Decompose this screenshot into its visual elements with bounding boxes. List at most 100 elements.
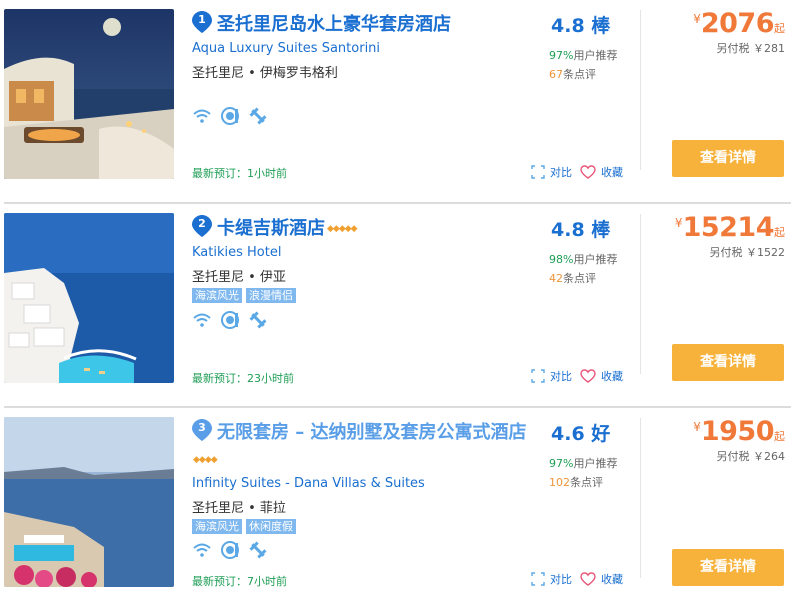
wifi-icon <box>192 310 212 330</box>
hotel-name-text[interactable]: 无限套房 – 达纳别墅及套房公寓式酒店 <box>217 422 527 443</box>
hotel-name-text[interactable]: 圣托里尼岛水上豪华套房酒店 <box>217 14 451 35</box>
recent-booking: 最新预订：1小时前 <box>192 167 287 180</box>
tax-note: 另付税 ￥281 <box>716 42 786 55</box>
price-amount: 15214 <box>682 212 775 243</box>
hotel-photo[interactable] <box>4 9 174 179</box>
rank-marker: 1 <box>192 11 212 33</box>
hotel-photo[interactable] <box>4 213 174 383</box>
column-divider <box>640 10 641 170</box>
review-label[interactable]: 条点评 <box>563 68 596 81</box>
recommend-label: 用户推荐 <box>573 253 618 266</box>
review-count[interactable]: 67 <box>549 68 563 81</box>
compare-icon[interactable] <box>531 572 545 586</box>
recommend-percent: 98% <box>549 253 574 266</box>
price-suffix: 起 <box>774 226 785 239</box>
view-details-button[interactable]: 查看详情 <box>672 549 784 586</box>
rank-number: 2 <box>198 217 206 230</box>
heart-icon[interactable] <box>580 165 596 179</box>
compare-toggle[interactable]: 对比 <box>531 164 572 180</box>
hotel-location: 圣托里尼 • 伊亚 <box>192 270 286 285</box>
recommend-label: 用户推荐 <box>573 49 618 62</box>
view-details-button[interactable]: 查看详情 <box>672 140 784 177</box>
recommend-percent: 97% <box>549 457 574 470</box>
pool-icon <box>220 540 240 560</box>
compare-icon[interactable] <box>531 369 545 383</box>
view-details-button[interactable]: 查看详情 <box>672 344 784 381</box>
hotel-name-text[interactable]: 卡缇吉斯酒店 <box>217 218 325 239</box>
review-count-link[interactable]: 42条点评 <box>549 270 596 286</box>
tax-note: 另付税 ￥264 <box>716 450 786 463</box>
hotel-name-link[interactable]: 无限套房 – 达纳别墅及套房公寓式酒店 <box>217 418 527 444</box>
rank-number: 3 <box>198 421 206 434</box>
hotel-name-link[interactable]: 卡缇吉斯酒店 ◆◆◆◆◆ <box>217 214 358 240</box>
heart-icon[interactable] <box>580 572 596 586</box>
compare-toggle[interactable]: 对比 <box>531 571 572 587</box>
compare-icon[interactable] <box>531 165 545 179</box>
diamond-rating: ◆◆◆◆◆ <box>327 224 358 234</box>
rank-marker: 2 <box>192 215 212 237</box>
gym-icon <box>248 106 268 126</box>
review-label[interactable]: 条点评 <box>563 272 596 285</box>
recommend-rate: 97%用户推荐 <box>549 47 617 63</box>
review-count-link[interactable]: 67条点评 <box>549 66 596 82</box>
column-divider <box>640 214 641 374</box>
review-label[interactable]: 条点评 <box>570 476 603 489</box>
price: ¥15214起 <box>675 212 785 243</box>
rank-marker: 3 <box>192 419 212 441</box>
rating-score: 4.8 棒 <box>551 219 611 241</box>
price-amount: 1950 <box>700 416 775 447</box>
hotel-card: 1 圣托里尼岛水上豪华套房酒店 Aqua Luxury Suites Santo… <box>0 0 791 204</box>
tag-seaside: 海滨风光 <box>192 519 242 534</box>
recommend-label: 用户推荐 <box>573 457 618 470</box>
facility-icons <box>192 106 268 126</box>
compare-toggle[interactable]: 对比 <box>531 368 572 384</box>
hotel-english-name[interactable]: Katikies Hotel <box>192 245 281 260</box>
hotel-card: 3 无限套房 – 达纳别墅及套房公寓式酒店 ◆◆◆◆ Infinity Suit… <box>0 408 791 594</box>
rating-score: 4.6 好 <box>551 423 611 445</box>
hotel-english-name[interactable]: Infinity Suites - Dana Villas & Suites <box>192 476 425 491</box>
recommend-rate: 97%用户推荐 <box>549 455 617 471</box>
currency-symbol: ¥ <box>693 12 701 26</box>
tag-seaside: 海滨风光 <box>192 288 242 303</box>
tag-romantic: 浪漫情侣 <box>246 288 296 303</box>
price-suffix: 起 <box>774 22 785 35</box>
compare-label[interactable]: 对比 <box>550 368 572 384</box>
wifi-icon <box>192 540 212 560</box>
hotel-english-name[interactable]: Aqua Luxury Suites Santorini <box>192 41 380 56</box>
favorite-label[interactable]: 收藏 <box>601 368 623 384</box>
hotel-name-link[interactable]: 圣托里尼岛水上豪华套房酒店 <box>217 10 451 36</box>
favorite-toggle[interactable]: 收藏 <box>580 368 623 384</box>
price-amount: 2076 <box>700 8 775 39</box>
heart-icon[interactable] <box>580 369 596 383</box>
wifi-icon <box>192 106 212 126</box>
gym-icon <box>248 540 268 560</box>
hotel-tags: 海滨风光 浪漫情侣 <box>192 288 296 303</box>
compare-label[interactable]: 对比 <box>550 571 572 587</box>
compare-label[interactable]: 对比 <box>550 164 572 180</box>
tag-leisure: 休闲度假 <box>246 519 296 534</box>
gym-icon <box>248 310 268 330</box>
favorite-toggle[interactable]: 收藏 <box>580 164 623 180</box>
price-suffix: 起 <box>774 430 785 443</box>
hotel-card: 2 卡缇吉斯酒店 ◆◆◆◆◆ Katikies Hotel 圣托里尼 • 伊亚 海… <box>0 204 791 408</box>
tax-note: 另付税 ￥1522 <box>709 246 786 259</box>
recent-booking: 最新预订：23小时前 <box>192 372 294 385</box>
recommend-rate: 98%用户推荐 <box>549 251 617 267</box>
review-count-link[interactable]: 102条点评 <box>549 474 603 490</box>
review-count[interactable]: 102 <box>549 476 570 489</box>
review-count[interactable]: 42 <box>549 272 563 285</box>
pool-icon <box>220 310 240 330</box>
facility-icons <box>192 310 268 330</box>
pool-icon <box>220 106 240 126</box>
currency-symbol: ¥ <box>674 216 683 230</box>
recent-booking: 最新预订：7小时前 <box>192 575 287 588</box>
recommend-percent: 97% <box>549 49 574 62</box>
hotel-tags: 海滨风光 休闲度假 <box>192 519 296 534</box>
favorite-label[interactable]: 收藏 <box>601 164 623 180</box>
favorite-toggle[interactable]: 收藏 <box>580 571 623 587</box>
favorite-label[interactable]: 收藏 <box>601 571 623 587</box>
currency-symbol: ¥ <box>693 420 701 434</box>
hotel-location: 圣托里尼 • 伊梅罗韦格利 <box>192 66 338 81</box>
hotel-photo[interactable] <box>4 417 174 587</box>
facility-icons <box>192 540 268 560</box>
